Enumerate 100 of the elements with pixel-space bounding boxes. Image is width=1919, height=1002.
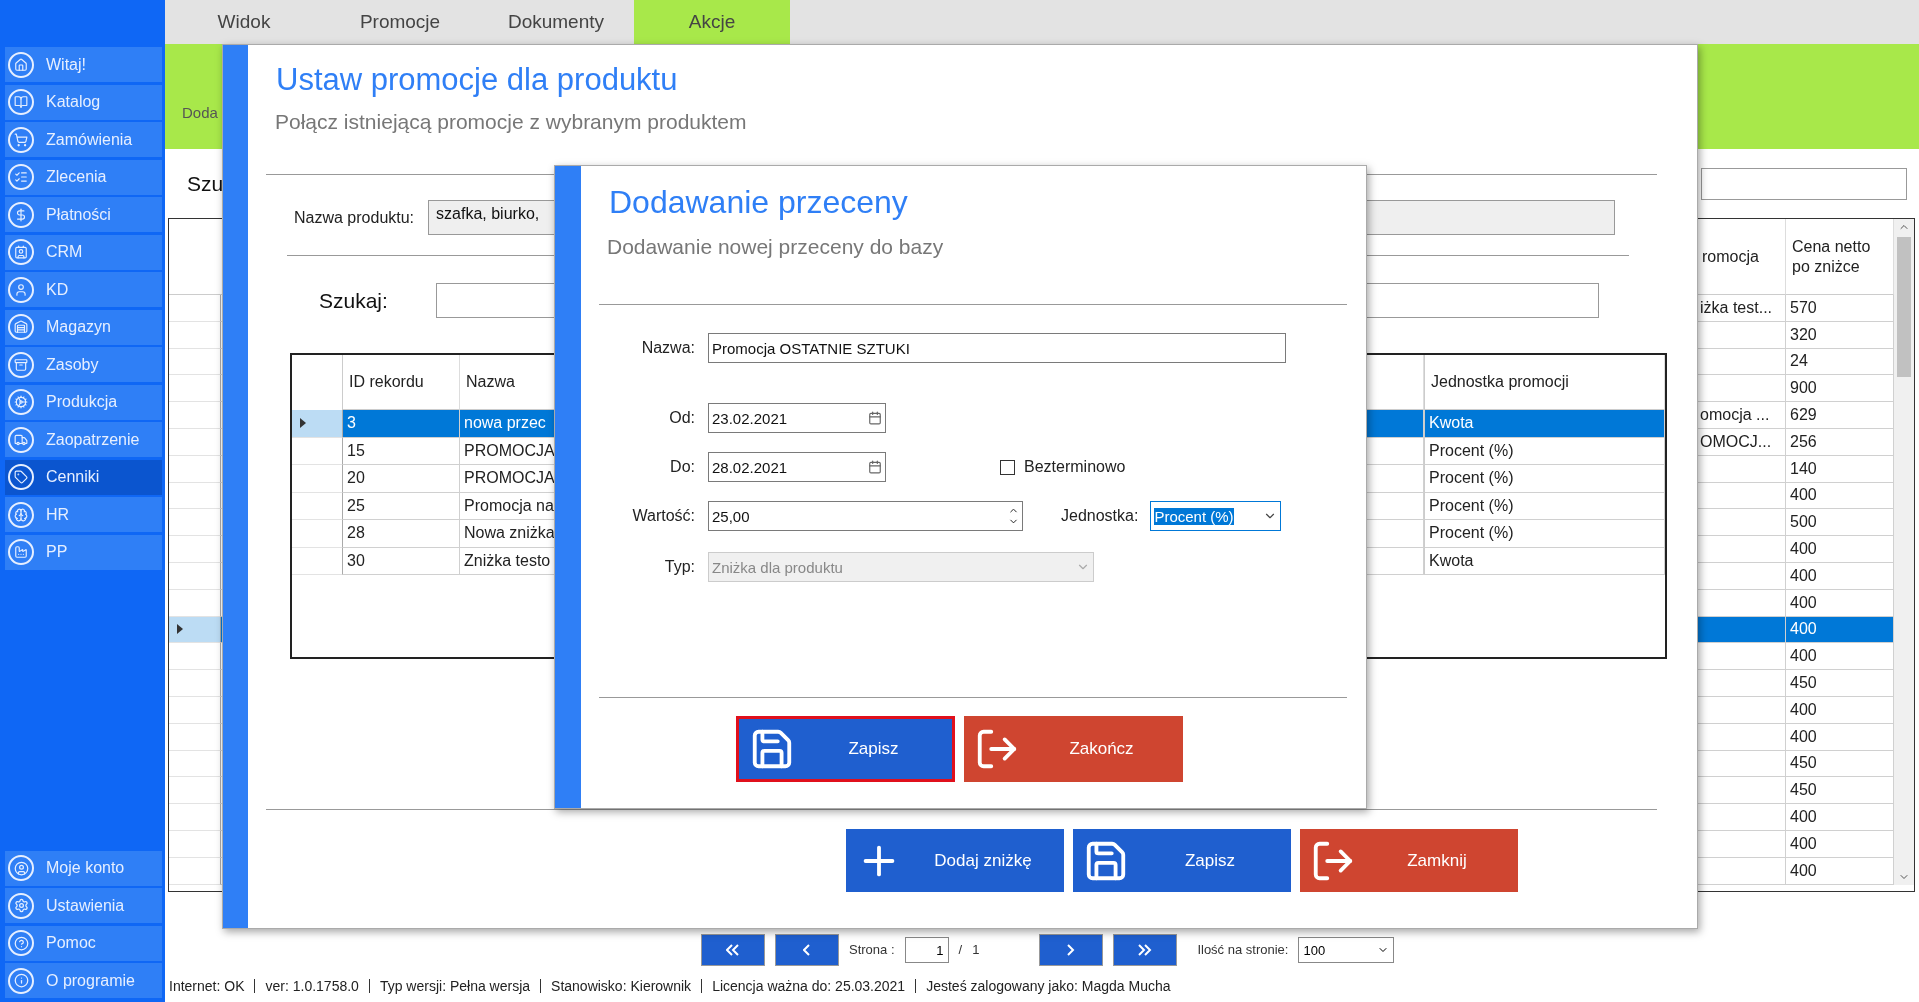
table-cell: 25 — [343, 492, 460, 520]
table-cell: 570 — [1786, 295, 1894, 322]
chevron-icon — [1067, 944, 1076, 956]
calendar-icon — [868, 411, 882, 425]
page-field[interactable]: 1 — [904, 937, 949, 963]
save-button[interactable]: Zapisz — [1073, 829, 1291, 892]
sidebar-item[interactable]: PP — [5, 534, 162, 570]
date-picker[interactable]: 28.02.2021 — [708, 452, 886, 482]
search-label: Szukaj: — [319, 288, 388, 313]
table-cell: Procent (%) — [1424, 492, 1665, 520]
status-text: Typ wersji: Pełna wersja — [379, 978, 531, 994]
close-button[interactable]: Zakończ — [964, 716, 1183, 782]
table-cell: 400 — [1786, 830, 1894, 858]
status-text: ver: 1.0.1758.0 — [265, 978, 359, 994]
name-field[interactable]: Promocja OSTATNIE SZTUKI — [708, 333, 1286, 363]
menu-tab[interactable]: Akcje — [634, 0, 790, 44]
user-icon — [8, 855, 34, 881]
table-cell: Procent (%) — [1424, 520, 1665, 548]
sidebar-item[interactable]: O programie — [5, 963, 162, 998]
list-icon — [8, 164, 34, 190]
table-cell: 256 — [1786, 429, 1894, 456]
table-cell: 3 — [343, 410, 460, 438]
sidebar-item[interactable]: Produkcja — [5, 384, 162, 420]
tag-icon — [8, 464, 34, 490]
table-cell: 500 — [1786, 509, 1894, 537]
table-cell: 400 — [1786, 589, 1894, 617]
sidebar-item[interactable]: HR — [5, 497, 162, 532]
sidebar-item[interactable]: Zlecenia — [5, 159, 162, 195]
settings-icon — [8, 892, 34, 919]
table-cell: iżka test... — [1696, 295, 1786, 322]
table-cell: Kwota — [1424, 547, 1665, 575]
previous-page-button[interactable] — [775, 934, 839, 966]
table-cell: 400 — [1786, 723, 1894, 751]
table-cell: 400 — [1786, 536, 1894, 563]
last-page-button[interactable] — [1113, 934, 1178, 966]
sidebar-item[interactable]: Ustawienia — [5, 888, 162, 923]
menu-tab[interactable]: Promocje — [322, 0, 478, 44]
sidebar-item[interactable]: KD — [5, 272, 162, 307]
dollar-icon — [8, 201, 34, 228]
archive-icon — [8, 351, 34, 378]
sidebar-item[interactable]: Zaopatrzenie — [5, 422, 162, 457]
help-icon — [8, 930, 34, 956]
table-cell: OMOCJ... — [1696, 429, 1786, 456]
info-icon — [8, 967, 34, 994]
calendar-icon — [868, 460, 882, 474]
menu-tab[interactable]: Dokumenty — [478, 0, 634, 44]
chevron-icon — [803, 944, 811, 956]
sidebar-item[interactable]: Cenniki — [5, 459, 162, 495]
table-cell: Procent (%) — [1424, 437, 1665, 465]
date-picker[interactable]: 23.02.2021 — [708, 403, 886, 433]
sidebar-item[interactable]: Płatności — [5, 197, 162, 232]
table-cell: 400 — [1786, 562, 1894, 590]
menu-tab[interactable]: Widok — [166, 0, 322, 44]
sidebar-item[interactable]: Witaj! — [5, 47, 162, 82]
first-page-button[interactable] — [701, 934, 765, 966]
scroll-thumb[interactable] — [1897, 237, 1911, 377]
dialog-title: Dodawanie przeceny — [608, 184, 909, 221]
sidebar-item[interactable]: Magazyn — [5, 309, 162, 345]
scrollbar[interactable] — [1894, 219, 1914, 885]
unit-dropdown[interactable]: Procent (%) — [1150, 501, 1282, 531]
table-cell: 900 — [1786, 375, 1894, 403]
sidebar-item[interactable]: Moje konto — [5, 850, 162, 886]
table-cell: 629 — [1786, 402, 1894, 429]
page-separator: / — [958, 942, 963, 958]
value-spinner[interactable]: 25,00 — [708, 501, 1023, 531]
brain-icon — [8, 501, 34, 528]
contact-card-icon — [8, 239, 34, 265]
factory-icon — [8, 539, 34, 565]
status-text: Stanowisko: Kierownik — [551, 978, 692, 994]
table-cell: 24 — [1786, 348, 1894, 376]
double-chevron-icon — [1138, 944, 1153, 956]
table-cell: Kwota — [1424, 410, 1665, 438]
toolbar-label: Doda — [182, 104, 218, 121]
sidebar-item[interactable]: Zasoby — [5, 347, 162, 382]
table-cell: 400 — [1786, 482, 1894, 510]
close-button[interactable]: Zamknij — [1300, 829, 1518, 892]
page-total: 1 — [972, 942, 980, 958]
add-discount-button[interactable]: Dodaj zniżkę — [846, 829, 1064, 892]
table-cell: Procent (%) — [1424, 465, 1665, 493]
cart-icon — [8, 126, 34, 153]
table-cell: 400 — [1786, 643, 1894, 671]
row-pointer-icon — [300, 418, 306, 429]
per-page-label: Ilość na stronie: — [1197, 942, 1289, 958]
book-icon — [8, 89, 34, 115]
table-cell: 400 — [1786, 616, 1894, 644]
row-header[interactable] — [169, 616, 221, 644]
sidebar-item[interactable]: Katalog — [5, 84, 162, 120]
save-button[interactable]: Zapisz — [736, 716, 955, 782]
product-name-label: Nazwa produktu: — [294, 208, 415, 227]
sidebar-item[interactable]: Pomoc — [5, 925, 162, 961]
sidebar-item[interactable]: CRM — [5, 234, 162, 270]
sidebar-item[interactable]: Zamówienia — [5, 122, 162, 157]
table-cell: 320 — [1786, 321, 1894, 349]
table-cell: 28 — [343, 520, 460, 548]
next-page-button[interactable] — [1039, 934, 1104, 966]
search-field[interactable] — [1701, 167, 1907, 200]
row-header[interactable] — [292, 410, 343, 438]
per-page-dropdown[interactable]: 100 — [1298, 937, 1395, 963]
table-cell: 30 — [343, 547, 460, 575]
dialog-subtitle: Połącz istniejącą promocje z wybranym produktem — [274, 110, 748, 134]
